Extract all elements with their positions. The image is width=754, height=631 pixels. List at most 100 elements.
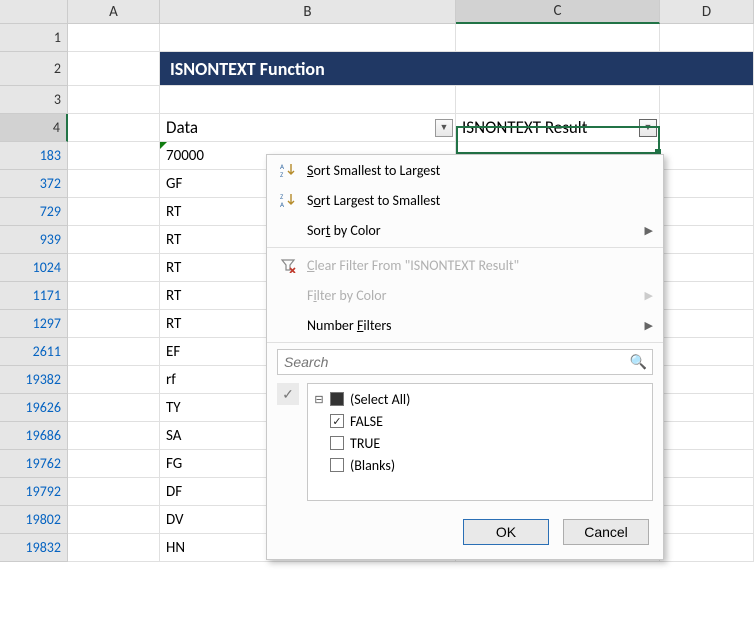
filter-dropdown-button[interactable]: ▼ <box>435 119 453 137</box>
cell[interactable] <box>68 142 160 170</box>
cell[interactable] <box>660 198 754 226</box>
column-header-d[interactable]: D <box>660 0 754 24</box>
toggle-all-button[interactable]: ✓ <box>277 383 299 405</box>
cell[interactable] <box>660 394 754 422</box>
row-header[interactable]: 19802 <box>0 506 68 534</box>
cell[interactable] <box>660 422 754 450</box>
tree-collapse-icon[interactable]: ⊟ <box>314 393 324 406</box>
cell[interactable] <box>660 170 754 198</box>
row-header[interactable]: 1171 <box>0 282 68 310</box>
cell[interactable] <box>660 338 754 366</box>
option-label: FALSE <box>350 413 383 430</box>
row-header[interactable]: 1024 <box>0 254 68 282</box>
cell[interactable] <box>160 86 456 114</box>
cell[interactable] <box>68 114 160 142</box>
submenu-arrow-icon: ▶ <box>645 224 653 237</box>
filter-checklist[interactable]: ⊟ (Select All) FALSE TRUE (Blanks) <box>307 383 653 501</box>
cancel-button[interactable]: Cancel <box>563 519 649 545</box>
row-header[interactable]: 2 <box>0 52 68 86</box>
cell[interactable] <box>68 506 160 534</box>
row-header[interactable]: 372 <box>0 170 68 198</box>
row-header[interactable]: 3 <box>0 86 68 114</box>
menu-label: SSort Smallest to Largestort Smallest to… <box>301 162 653 179</box>
cell[interactable] <box>68 226 160 254</box>
cell[interactable] <box>660 142 754 170</box>
filter-search-wrap: 🔍 <box>267 345 663 379</box>
filter-checklist-area: ✓ ⊟ (Select All) FALSE TRUE (Blanks) <box>267 379 663 509</box>
sort-desc-icon: ZA <box>275 192 301 208</box>
cell[interactable] <box>68 450 160 478</box>
row-header[interactable]: 1 <box>0 24 68 52</box>
menu-label: Number Filters <box>301 317 645 334</box>
cell[interactable] <box>456 86 660 114</box>
cell[interactable] <box>68 534 160 562</box>
clear-filter-icon <box>275 257 301 273</box>
column-header-b[interactable]: B <box>160 0 456 24</box>
data-column-header[interactable]: Data ▼ <box>160 114 456 142</box>
cell[interactable] <box>68 170 160 198</box>
filter-option-blanks[interactable]: (Blanks) <box>314 454 646 476</box>
cell[interactable] <box>660 226 754 254</box>
column-header-c[interactable]: C <box>456 0 660 24</box>
cell[interactable] <box>68 310 160 338</box>
filter-dropdown-menu: AZ SSort Smallest to Largestort Smallest… <box>266 154 664 560</box>
row-header[interactable]: 1297 <box>0 310 68 338</box>
cell[interactable] <box>660 506 754 534</box>
result-column-header[interactable]: ISNONTEXT Result ▼ <box>456 114 660 142</box>
sort-by-color[interactable]: Sort by Color ▶ <box>267 215 663 245</box>
filter-option-true[interactable]: TRUE <box>314 432 646 454</box>
cell[interactable] <box>660 282 754 310</box>
cell[interactable] <box>660 450 754 478</box>
cell[interactable] <box>660 534 754 562</box>
checkbox-unchecked-icon[interactable] <box>330 458 344 472</box>
checkbox-unchecked-icon[interactable] <box>330 436 344 450</box>
menu-label: Sort by Color <box>301 222 645 239</box>
row-header[interactable]: 939 <box>0 226 68 254</box>
ok-button[interactable]: OK <box>463 519 549 545</box>
row-header[interactable]: 2611 <box>0 338 68 366</box>
cell[interactable] <box>160 24 456 52</box>
cell[interactable] <box>660 254 754 282</box>
row-header[interactable]: 19832 <box>0 534 68 562</box>
menu-separator <box>267 342 663 343</box>
cell[interactable] <box>68 394 160 422</box>
number-filters[interactable]: Number Filters ▶ <box>267 310 663 340</box>
checkbox-indeterminate-icon[interactable] <box>330 392 344 406</box>
svg-text:Z: Z <box>280 170 284 178</box>
filter-option-select-all[interactable]: ⊟ (Select All) <box>314 388 646 410</box>
row-header[interactable]: 19686 <box>0 422 68 450</box>
row-header[interactable]: 19762 <box>0 450 68 478</box>
cell[interactable] <box>68 254 160 282</box>
select-all-corner[interactable] <box>0 0 68 24</box>
cell[interactable] <box>68 366 160 394</box>
row-header[interactable]: 183 <box>0 142 68 170</box>
filter-dropdown-button[interactable]: ▼ <box>639 119 657 137</box>
sort-descending[interactable]: ZA Sort Largest to Smallest <box>267 185 663 215</box>
row-header[interactable]: 19792 <box>0 478 68 506</box>
filter-option-false[interactable]: FALSE <box>314 410 646 432</box>
row-header[interactable]: 4 <box>0 114 68 142</box>
row-header[interactable]: 19626 <box>0 394 68 422</box>
cell[interactable] <box>68 282 160 310</box>
row-header[interactable]: 19382 <box>0 366 68 394</box>
cell[interactable] <box>68 478 160 506</box>
column-header-a[interactable]: A <box>68 0 160 24</box>
cell[interactable] <box>68 338 160 366</box>
cell[interactable] <box>68 52 160 86</box>
cell[interactable] <box>660 366 754 394</box>
sort-ascending[interactable]: AZ SSort Smallest to Largestort Smallest… <box>267 155 663 185</box>
cell[interactable] <box>456 24 660 52</box>
cell[interactable] <box>68 422 160 450</box>
cell[interactable] <box>660 114 754 142</box>
cell[interactable] <box>68 24 160 52</box>
cell[interactable] <box>68 86 160 114</box>
cell[interactable] <box>660 86 754 114</box>
cell[interactable] <box>660 310 754 338</box>
filter-search-input[interactable] <box>277 349 653 375</box>
cell[interactable] <box>660 478 754 506</box>
row-header[interactable]: 729 <box>0 198 68 226</box>
cell[interactable] <box>660 24 754 52</box>
cell[interactable] <box>68 198 160 226</box>
checkbox-checked-icon[interactable] <box>330 414 344 428</box>
title-banner[interactable]: ISNONTEXT Function <box>160 52 754 86</box>
